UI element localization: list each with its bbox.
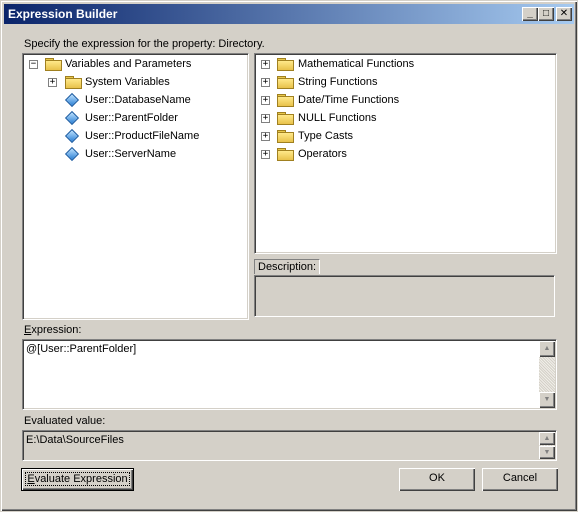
tree-node-label: System Variables (85, 76, 170, 88)
tree-node-label: Variables and Parameters (65, 58, 192, 70)
expression-scrollbar[interactable]: ▲ ▼ (539, 341, 555, 408)
tree-node-null-functions[interactable]: + NULL Functions (255, 109, 551, 127)
folder-icon (277, 58, 294, 71)
minimize-button[interactable]: _ (522, 7, 538, 21)
tree-node-label: Type Casts (298, 130, 354, 142)
tree-node-user-parentfolder[interactable]: User::ParentFolder (23, 109, 243, 127)
variable-icon (64, 92, 80, 108)
description-label: Description: (254, 259, 321, 274)
tree-node-label: User::DatabaseName (85, 94, 191, 106)
variable-icon (64, 110, 80, 126)
tree-node-user-databasename[interactable]: User::DatabaseName (23, 91, 243, 109)
evaluate-expression-label: Evaluate Expression (25, 472, 130, 486)
tree-node-datetime-functions[interactable]: + Date/Time Functions (255, 91, 551, 109)
scroll-up-icon[interactable]: ▲ (539, 341, 555, 357)
tree-node-user-productfilename[interactable]: User::ProductFileName (23, 127, 243, 145)
tree-node-label: String Functions (298, 76, 378, 88)
collapse-icon[interactable]: − (29, 60, 38, 69)
scroll-down-icon[interactable]: ▼ (539, 446, 555, 459)
tree-node-label: NULL Functions (298, 112, 377, 124)
close-button[interactable]: ✕ (556, 7, 572, 21)
evaluated-value-text: E:\Data\SourceFiles (26, 434, 124, 446)
tree-node-label: Date/Time Functions (298, 94, 400, 106)
evaluated-value-label: Evaluated value: (24, 415, 106, 427)
expand-icon[interactable]: + (261, 60, 270, 69)
folder-icon (277, 148, 294, 161)
tree-node-label: Mathematical Functions (298, 58, 415, 70)
folder-icon (65, 76, 82, 89)
scroll-up-icon[interactable]: ▲ (539, 432, 555, 445)
expand-icon[interactable]: + (48, 78, 57, 87)
scroll-down-icon[interactable]: ▼ (539, 392, 555, 408)
evaluate-accel: E (27, 473, 35, 485)
description-box (254, 275, 555, 317)
ok-button[interactable]: OK (399, 468, 475, 491)
folder-icon (277, 112, 294, 125)
tree-node-label: User::ServerName (85, 148, 177, 160)
evaluate-rest: valuate Expression (34, 473, 128, 485)
folder-icon (277, 130, 294, 143)
variables-tree[interactable]: − Variables and Parameters + System Vari… (22, 53, 249, 320)
variable-icon (64, 128, 80, 144)
expand-icon[interactable]: + (261, 132, 270, 141)
tree-node-label: Operators (298, 148, 347, 160)
tree-node-user-servername[interactable]: User::ServerName (23, 145, 243, 163)
title-bar[interactable]: Expression Builder _ □ ✕ (4, 4, 574, 24)
evaluated-scrollbar[interactable]: ▲ ▼ (539, 432, 555, 459)
expand-icon[interactable]: + (261, 96, 270, 105)
folder-open-icon (45, 58, 62, 71)
expand-icon[interactable]: + (261, 150, 270, 159)
evaluate-expression-button[interactable]: Evaluate Expression (21, 468, 134, 491)
expression-builder-window: Expression Builder _ □ ✕ Specify the exp… (0, 0, 578, 512)
evaluated-value-box: E:\Data\SourceFiles ▲ ▼ (22, 430, 557, 461)
cancel-label: Cancel (502, 472, 538, 484)
tree-node-label: User::ParentFolder (85, 112, 178, 124)
close-icon: ✕ (559, 8, 569, 19)
tree-node-variables-and-parameters[interactable]: − Variables and Parameters (23, 55, 243, 73)
minimize-icon: _ (527, 8, 533, 19)
cancel-button[interactable]: Cancel (482, 468, 558, 491)
maximize-icon: □ (542, 8, 550, 19)
expand-icon[interactable]: + (261, 114, 270, 123)
expression-label-rest: xpression: (31, 324, 82, 336)
folder-icon (277, 76, 294, 89)
prompt-label: Specify the expression for the property:… (24, 38, 265, 50)
tree-node-mathematical-functions[interactable]: + Mathematical Functions (255, 55, 551, 73)
window-title: Expression Builder (8, 7, 118, 21)
tree-node-label: User::ProductFileName (85, 130, 200, 142)
ok-label: OK (429, 472, 445, 484)
expand-icon[interactable]: + (261, 78, 270, 87)
expression-label: Expression: (24, 324, 81, 336)
tree-node-system-variables[interactable]: + System Variables (23, 73, 243, 91)
variable-icon (64, 146, 80, 162)
expression-textbox[interactable]: @[User::ParentFolder] ▲ ▼ (22, 339, 557, 410)
folder-icon (277, 94, 294, 107)
maximize-button[interactable]: □ (538, 7, 554, 21)
tree-node-type-casts[interactable]: + Type Casts (255, 127, 551, 145)
expression-text: @[User::ParentFolder] (26, 343, 137, 355)
functions-tree[interactable]: + Mathematical Functions + String Functi… (254, 53, 557, 254)
tree-node-operators[interactable]: + Operators (255, 145, 551, 163)
tree-node-string-functions[interactable]: + String Functions (255, 73, 551, 91)
